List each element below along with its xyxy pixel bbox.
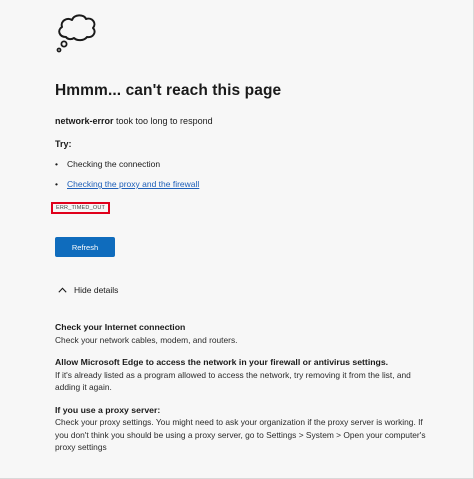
hide-details-toggle[interactable]: Hide details xyxy=(58,285,118,295)
hide-details-label: Hide details xyxy=(74,285,119,295)
error-code: ERR_TIMED_OUT xyxy=(51,202,111,214)
suggestion-item: • Checking the proxy and the firewall xyxy=(55,178,199,198)
details-block-connection: Check your Internet connection Check you… xyxy=(55,321,435,346)
error-message: network-error took too long to respond xyxy=(55,116,213,126)
details-block-firewall: Allow Microsoft Edge to access the netwo… xyxy=(55,356,435,394)
suggestion-item: • Checking the connection xyxy=(55,158,199,178)
details-heading: Check your Internet connection xyxy=(55,322,186,332)
error-description: took too long to respond xyxy=(113,116,213,126)
details-section: Check your Internet connection Check you… xyxy=(55,321,435,464)
suggestion-list: • Checking the connection • Checking the… xyxy=(55,158,199,198)
thought-cloud-icon xyxy=(56,14,96,53)
details-text: If it's already listed as a program allo… xyxy=(55,369,411,393)
details-text: Check your network cables, modem, and ro… xyxy=(55,334,238,345)
bullet: • xyxy=(55,179,58,189)
page-title: Hmmm... can't reach this page xyxy=(55,82,282,99)
error-page: Hmmm... can't reach this page network-er… xyxy=(0,0,474,479)
suggestion-check-connection: Checking the connection xyxy=(67,159,161,169)
details-block-proxy: If you use a proxy server: Check your pr… xyxy=(55,404,435,454)
details-heading: If you use a proxy server: xyxy=(55,404,161,415)
suggestion-proxy-firewall-link[interactable]: Checking the proxy and the firewall xyxy=(67,179,199,189)
details-text: Check your proxy settings. You might nee… xyxy=(55,417,426,452)
details-heading: Allow Microsoft Edge to access the netwo… xyxy=(55,357,389,367)
bullet: • xyxy=(55,159,58,169)
try-label: Try: xyxy=(55,139,72,149)
chevron-up-icon xyxy=(58,287,67,293)
error-host: network-error xyxy=(55,116,114,126)
refresh-button[interactable]: Refresh xyxy=(55,237,115,257)
